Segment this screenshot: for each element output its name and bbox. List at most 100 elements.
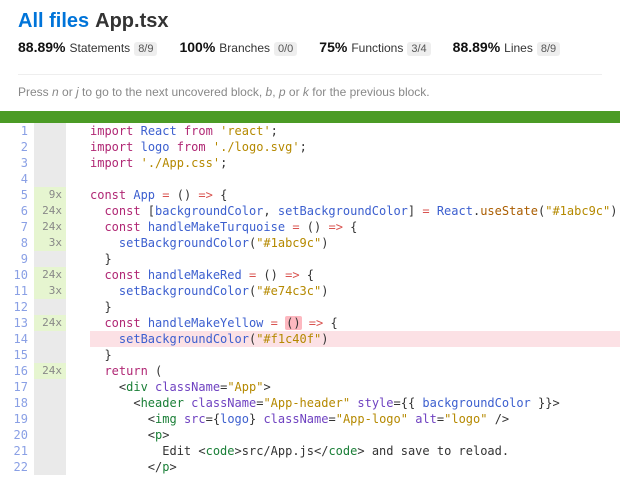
coverage-count [34,123,66,139]
code-content: import './App.css'; [82,155,620,171]
code-content: const handleMakeYellow = () => { [82,315,620,331]
line-number[interactable]: 4 [0,171,34,187]
coverage-count: 9x [34,187,66,203]
coverage-count [34,251,66,267]
line-number[interactable]: 11 [0,283,34,299]
code-content: <header className="App-header" style={{ … [82,395,620,411]
line-number[interactable]: 20 [0,427,34,443]
line-number[interactable]: 7 [0,219,34,235]
line-number[interactable]: 1 [0,123,34,139]
line-number[interactable]: 10 [0,267,34,283]
gutter [66,187,82,203]
all-files-link[interactable]: All files [18,10,89,32]
gutter [66,395,82,411]
line-number[interactable]: 6 [0,203,34,219]
coverage-count [34,411,66,427]
coverage-count [34,331,66,347]
keyboard-hint: Press n or j to go to the next uncovered… [18,74,602,99]
metric-pct: 88.89% [453,39,500,55]
coverage-count: 24x [34,219,66,235]
line-number[interactable]: 5 [0,187,34,203]
coverage-count [34,427,66,443]
coverage-count [34,155,66,171]
line-number[interactable]: 12 [0,299,34,315]
line-number[interactable]: 18 [0,395,34,411]
file-name: App.tsx [95,10,168,32]
code-line: 22 </p> [0,459,620,475]
gutter [66,459,82,475]
gutter [66,283,82,299]
metric-frac: 0/0 [274,42,297,56]
gutter [66,299,82,315]
code-content: setBackgroundColor("#e74c3c") [82,283,620,299]
metric-label: Branches [219,41,270,55]
metric-statements: 88.89% Statements 8/9 [18,39,157,56]
line-number[interactable]: 16 [0,363,34,379]
code-content: import logo from './logo.svg'; [82,139,620,155]
code-line: 9 } [0,251,620,267]
metric-frac: 8/9 [537,42,560,56]
coverage-count [34,379,66,395]
code-content: setBackgroundColor("#f1c40f") [82,331,620,347]
code-line: 1624x return ( [0,363,620,379]
gutter [66,411,82,427]
code-line: 3 import './App.css'; [0,155,620,171]
line-number[interactable]: 3 [0,155,34,171]
code-content: <p> [82,427,620,443]
coverage-count: 3x [34,235,66,251]
code-content: return ( [82,363,620,379]
code-line: 59x const App = () => { [0,187,620,203]
coverage-count [34,171,66,187]
line-number[interactable]: 17 [0,379,34,395]
code-line: 724x const handleMakeTurquoise = () => { [0,219,620,235]
coverage-count: 3x [34,283,66,299]
line-number[interactable]: 19 [0,411,34,427]
metric-frac: 3/4 [407,42,430,56]
code-line: 113x setBackgroundColor("#e74c3c") [0,283,620,299]
code-line: 17 <div className="App"> [0,379,620,395]
coverage-count [34,139,66,155]
gutter [66,203,82,219]
metric-branches: 100% Branches 0/0 [179,39,297,56]
line-number[interactable]: 2 [0,139,34,155]
line-number[interactable]: 22 [0,459,34,475]
gutter [66,267,82,283]
metric-label: Functions [351,41,403,55]
line-number[interactable]: 15 [0,347,34,363]
coverage-count [34,347,66,363]
code-content: const App = () => { [82,187,620,203]
gutter [66,171,82,187]
gutter [66,347,82,363]
coverage-count: 24x [34,363,66,379]
line-number[interactable]: 21 [0,443,34,459]
line-number[interactable]: 9 [0,251,34,267]
code-line: 21 Edit <code>src/App.js</code> and save… [0,443,620,459]
code-content [82,171,620,187]
code-content: </p> [82,459,620,475]
source-code-table: 1 import React from 'react'; 2 import logo … [0,123,620,475]
line-number[interactable]: 13 [0,315,34,331]
coverage-count [34,395,66,411]
gutter [66,363,82,379]
gutter [66,219,82,235]
gutter [66,331,82,347]
code-line: 20 <p> [0,427,620,443]
coverage-count: 24x [34,267,66,283]
coverage-count: 24x [34,315,66,331]
code-line: 19 <img src={logo} className="App-logo" … [0,411,620,427]
line-number[interactable]: 8 [0,235,34,251]
code-content: const handleMakeTurquoise = () => { [82,219,620,235]
coverage-count [34,459,66,475]
metric-pct: 88.89% [18,39,65,55]
line-number[interactable]: 14 [0,331,34,347]
code-content: } [82,299,620,315]
metric-lines: 88.89% Lines 8/9 [453,39,560,56]
code-line: 1324x const handleMakeYellow = () => { [0,315,620,331]
code-content: import React from 'react'; [82,123,620,139]
page-title: All files App.tsx [18,10,602,33]
coverage-status-bar [0,111,620,123]
metric-pct: 75% [319,39,347,55]
code-content: const [backgroundColor, setBackgroundCol… [82,203,620,219]
code-line: 14 setBackgroundColor("#f1c40f") [0,331,620,347]
code-content: const handleMakeRed = () => { [82,267,620,283]
